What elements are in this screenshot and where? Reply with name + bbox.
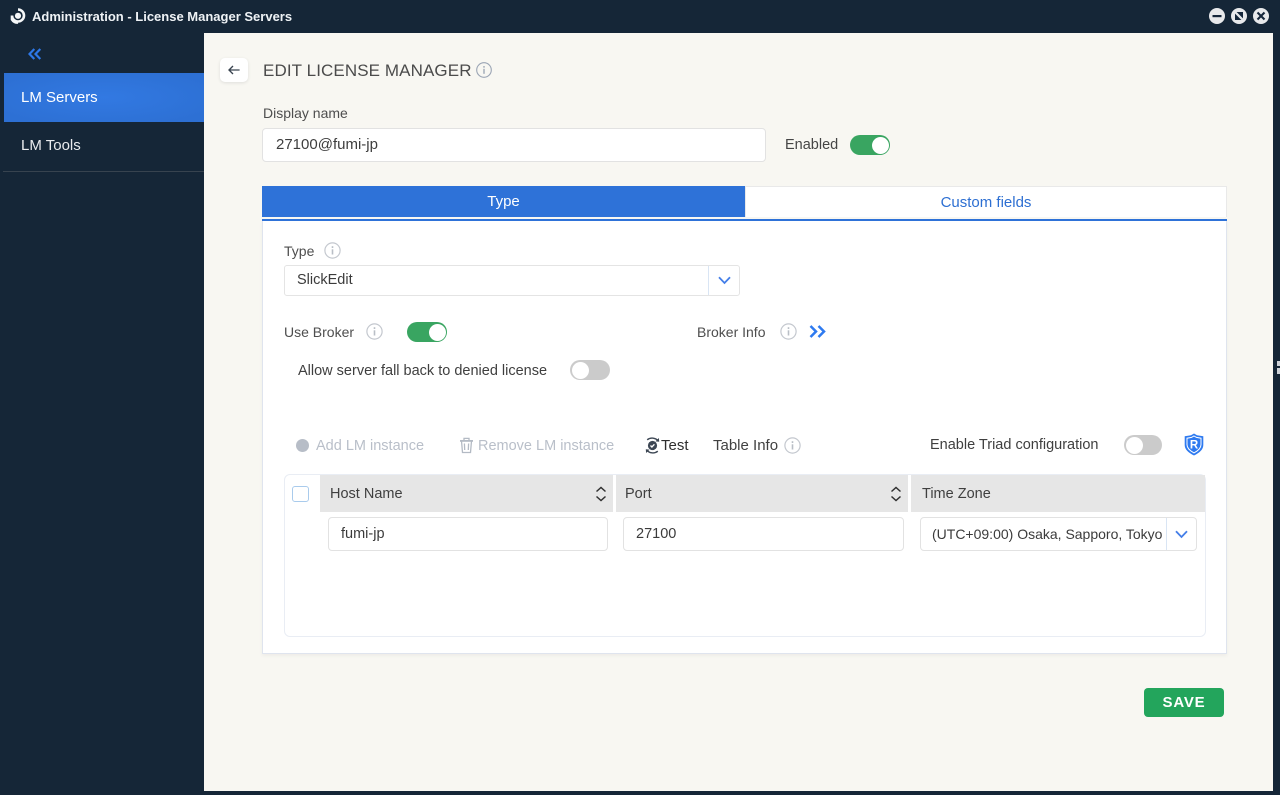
svg-text:R: R xyxy=(1190,440,1199,452)
